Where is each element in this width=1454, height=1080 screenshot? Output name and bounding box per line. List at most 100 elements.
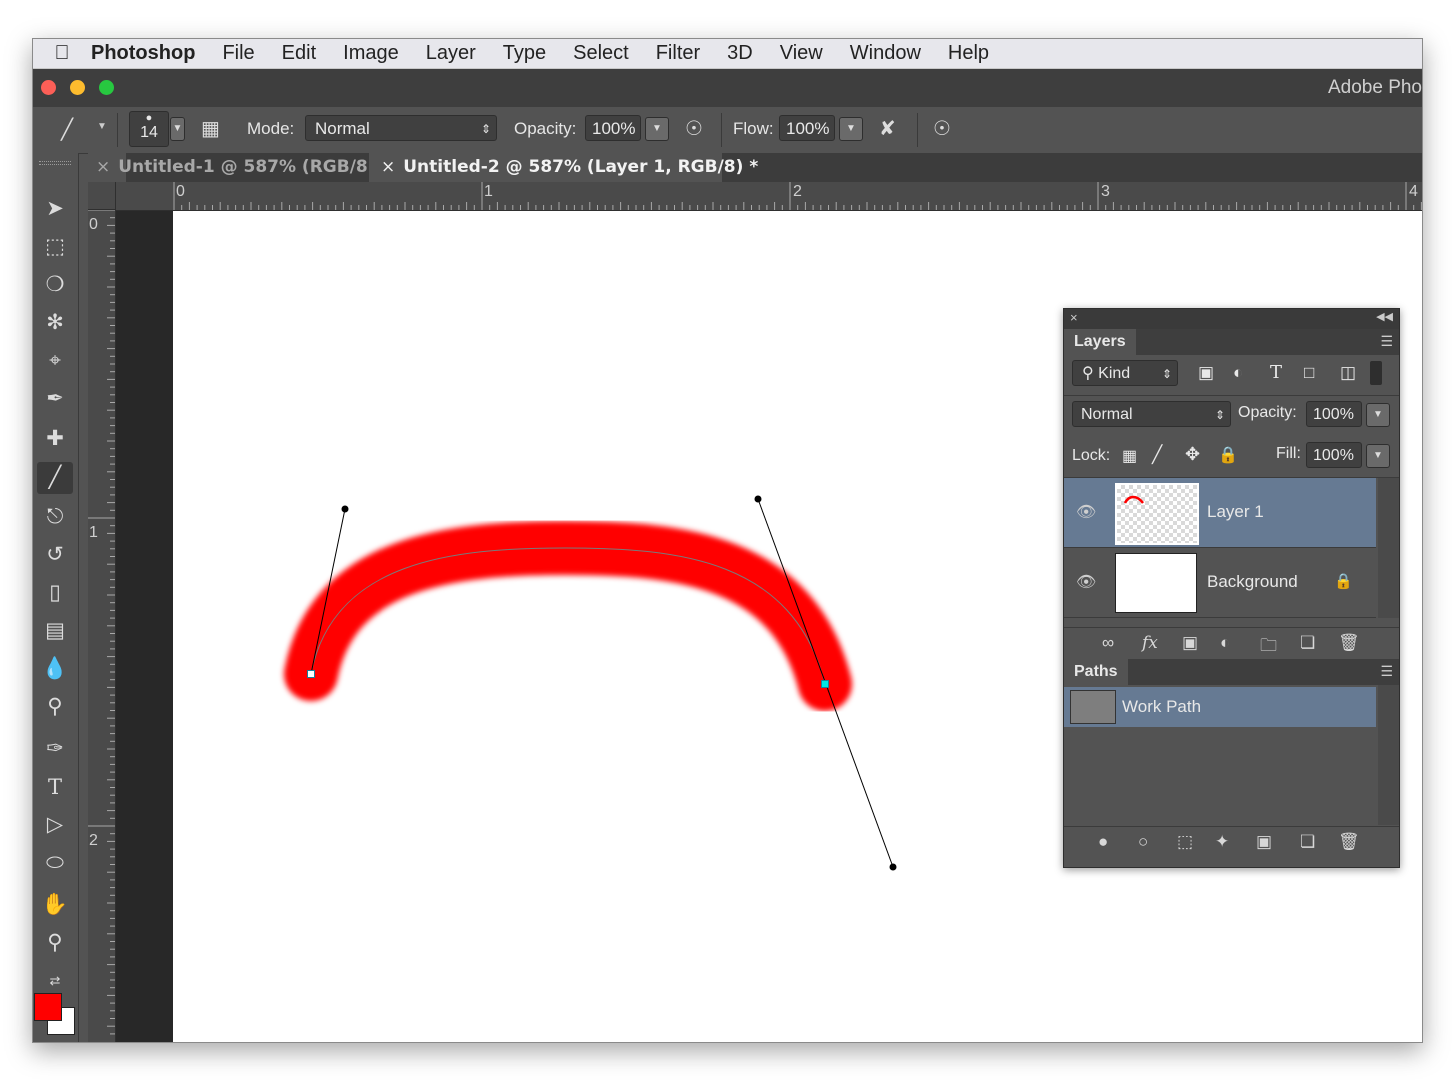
menu-view[interactable]: View: [780, 42, 823, 65]
crop-tool-icon[interactable]: ⌖: [37, 345, 73, 377]
move-tool-icon[interactable]: ➤: [37, 193, 73, 225]
brush-panel-toggle-icon[interactable]: ▦: [201, 116, 220, 141]
foreground-color-swatch[interactable]: [34, 993, 62, 1021]
path-selection-tool-icon[interactable]: ▷: [37, 809, 73, 841]
tab-paths[interactable]: Paths: [1064, 659, 1128, 685]
shape-layer-filter-icon[interactable]: □: [1304, 363, 1314, 383]
menu-window[interactable]: Window: [850, 42, 921, 65]
layer-opacity-input[interactable]: 100%: [1306, 401, 1362, 427]
pixel-layer-filter-icon[interactable]: ▣: [1198, 363, 1214, 383]
minimize-window-button[interactable]: [70, 80, 85, 95]
zoom-tool-icon[interactable]: ⚲: [37, 927, 73, 959]
close-window-button[interactable]: [41, 80, 56, 95]
menu-3d[interactable]: 3D: [727, 42, 753, 65]
eraser-tool-icon[interactable]: ▯: [37, 577, 73, 609]
quick-selection-tool-icon[interactable]: ✻: [37, 307, 73, 339]
menu-image[interactable]: Image: [343, 42, 399, 65]
vertical-ruler[interactable]: 0 1 2: [88, 210, 116, 1042]
menu-edit[interactable]: Edit: [282, 42, 316, 65]
menu-layer[interactable]: Layer: [426, 42, 476, 65]
make-work-path-icon[interactable]: ✦: [1215, 832, 1229, 852]
panel-menu-icon[interactable]: ☰: [1380, 333, 1393, 350]
ruler-origin[interactable]: [88, 182, 116, 210]
fill-dropdown[interactable]: ▼: [1366, 444, 1390, 468]
panel-header[interactable]: × ◀◀: [1064, 309, 1399, 329]
airbrush-icon[interactable]: ✘: [879, 116, 896, 141]
path-row-work-path[interactable]: Work Path: [1064, 687, 1376, 727]
clone-stamp-tool-icon[interactable]: ⎋: [37, 501, 73, 533]
menu-select[interactable]: Select: [573, 42, 629, 65]
zoom-window-button[interactable]: [99, 80, 114, 95]
tab-layers[interactable]: Layers: [1064, 329, 1136, 355]
flow-input[interactable]: 100%: [779, 115, 835, 141]
tab-untitled-1[interactable]: × Untitled-1 @ 587% (RGB/8) *: [96, 153, 390, 182]
apple-icon[interactable]: : [33, 42, 91, 65]
type-layer-filter-icon[interactable]: T: [1270, 362, 1282, 383]
close-tab-icon[interactable]: ×: [381, 157, 395, 177]
flow-dropdown[interactable]: ▼: [839, 117, 863, 141]
tab-untitled-2[interactable]: × Untitled-2 @ 587% (Layer 1, RGB/8) *: [369, 153, 758, 182]
layer-row-background[interactable]: 👁 Background 🔒: [1064, 548, 1376, 618]
filter-toggle-switch[interactable]: [1370, 361, 1382, 385]
layer-list-scrollbar[interactable]: [1378, 478, 1399, 618]
lasso-tool-icon[interactable]: ❍: [37, 269, 73, 301]
close-panel-icon[interactable]: ×: [1070, 310, 1078, 325]
fill-input[interactable]: 100%: [1306, 442, 1362, 468]
visibility-eye-icon[interactable]: 👁: [1076, 572, 1096, 592]
menu-filter[interactable]: Filter: [656, 42, 700, 65]
paths-list-scrollbar[interactable]: [1378, 685, 1399, 825]
collapse-panel-icon[interactable]: ◀◀: [1376, 310, 1393, 323]
ellipse-tool-icon[interactable]: ⬭: [37, 847, 73, 879]
hand-tool-icon[interactable]: ✋: [37, 889, 73, 921]
new-group-folder-icon[interactable]: 🗀: [1260, 633, 1277, 662]
pressure-size-icon[interactable]: ☉: [933, 116, 951, 141]
lock-transparent-pixels-icon[interactable]: ▦: [1122, 446, 1137, 466]
lock-all-icon[interactable]: 🔒: [1218, 445, 1238, 465]
dodge-tool-icon[interactable]: ⚲: [37, 691, 73, 723]
adjustment-layer-filter-icon[interactable]: ◐: [1233, 363, 1243, 383]
toolbar-grip[interactable]: [39, 161, 71, 165]
new-layer-icon[interactable]: ❏: [1300, 633, 1315, 653]
brush-size-dropdown[interactable]: ▼: [170, 117, 185, 141]
layer-row-layer-1[interactable]: 👁 Layer 1: [1064, 478, 1376, 548]
load-path-as-selection-icon[interactable]: ⬚: [1177, 832, 1193, 852]
delete-layer-trash-icon[interactable]: 🗑: [1338, 633, 1360, 653]
adjustment-layer-icon[interactable]: ◐: [1220, 633, 1230, 653]
visibility-eye-icon[interactable]: 👁: [1076, 502, 1096, 522]
history-brush-tool-icon[interactable]: ↺: [37, 539, 73, 571]
menu-help[interactable]: Help: [948, 42, 989, 65]
layer-opacity-dropdown[interactable]: ▼: [1366, 403, 1390, 427]
tool-preset-dropdown-arrow[interactable]: ▼: [97, 121, 107, 132]
add-mask-icon[interactable]: ▣: [1256, 832, 1272, 852]
fill-path-icon[interactable]: ●: [1098, 832, 1108, 852]
stroke-path-icon[interactable]: ○: [1138, 832, 1148, 852]
brush-tool-icon[interactable]: ╱: [37, 462, 73, 494]
lock-position-icon[interactable]: ✥: [1185, 444, 1200, 465]
delete-path-trash-icon[interactable]: 🗑: [1338, 832, 1360, 852]
horizontal-ruler[interactable]: 0 1 2 3 4: [116, 182, 1422, 211]
eyedropper-tool-icon[interactable]: ✒: [37, 383, 73, 415]
smart-object-filter-icon[interactable]: ◫: [1340, 363, 1356, 383]
blend-mode-select[interactable]: Normal ⇕: [1072, 401, 1231, 427]
link-layers-icon[interactable]: ∞: [1102, 633, 1114, 653]
opacity-dropdown[interactable]: ▼: [645, 117, 669, 141]
close-tab-icon[interactable]: ×: [96, 157, 110, 177]
gradient-tool-icon[interactable]: ▤: [37, 615, 73, 647]
menu-file[interactable]: File: [222, 42, 254, 65]
mode-select[interactable]: Normal ⇕: [305, 115, 497, 141]
menu-type[interactable]: Type: [503, 42, 546, 65]
panel-menu-icon[interactable]: ☰: [1380, 663, 1393, 680]
marquee-tool-icon[interactable]: ⬚: [37, 231, 73, 263]
pressure-opacity-icon[interactable]: ☉: [685, 116, 703, 141]
type-tool-icon[interactable]: T: [37, 771, 73, 803]
menu-app-name[interactable]: Photoshop: [91, 42, 195, 65]
brush-tool-preset-icon[interactable]: ╱: [61, 117, 73, 142]
brush-size-picker[interactable]: ● 14: [129, 111, 169, 147]
lock-image-pixels-icon[interactable]: ╱: [1152, 445, 1162, 465]
filter-kind-select[interactable]: ⚲ Kind ⇕: [1072, 360, 1178, 386]
blur-tool-icon[interactable]: 💧: [37, 653, 73, 685]
add-mask-icon[interactable]: ▣: [1182, 633, 1198, 653]
layer-style-fx-icon[interactable]: fx: [1142, 633, 1158, 653]
healing-brush-tool-icon[interactable]: ✚: [37, 423, 73, 455]
pen-tool-icon[interactable]: ✑: [37, 733, 73, 765]
